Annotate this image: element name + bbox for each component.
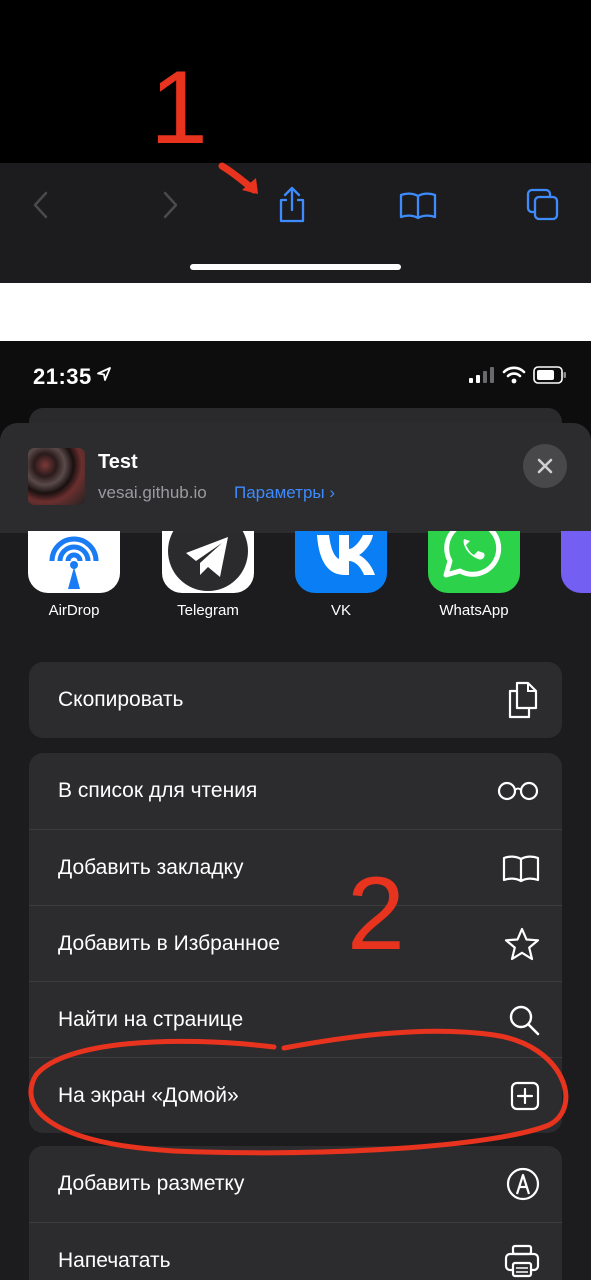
wifi-icon (502, 366, 526, 384)
options-link[interactable]: Параметры › (234, 483, 335, 503)
status-time: 21:35 (33, 364, 92, 389)
glasses-icon (497, 781, 539, 801)
action-label: Добавить разметку (58, 1172, 245, 1195)
page-title: Test (98, 451, 138, 473)
find-on-page-action[interactable]: Найти на странице (29, 981, 562, 1057)
signal-icon (469, 367, 494, 383)
share-icon (279, 186, 305, 223)
back-button[interactable] (17, 183, 65, 227)
home-indicator (190, 264, 401, 270)
add-favorites-action[interactable]: Добавить в Избранное (29, 905, 562, 981)
status-bar: 21:35 (0, 341, 591, 411)
close-icon (537, 458, 553, 474)
share-sheet-screenshot: 21:35 Test vesai.github.io Параметры › A… (0, 341, 591, 1280)
tabs-button[interactable] (519, 183, 567, 227)
share-apps-row: AirDrop Telegram VK WhatsApp V (0, 531, 591, 641)
share-header: Test vesai.github.io Параметры › (0, 423, 591, 533)
add-square-icon (510, 1081, 540, 1110)
copy-action[interactable]: Скопировать (29, 662, 562, 738)
page-thumbnail (28, 448, 85, 505)
app-label: Telegram (177, 602, 239, 619)
share-button[interactable] (268, 183, 316, 227)
actions-group: В список для чтения Добавить закладку До… (29, 753, 562, 1133)
whatsapp-icon (428, 531, 520, 593)
annotation-arrow-icon (218, 162, 258, 194)
app-label: AirDrop (48, 602, 100, 619)
location-arrow-icon (97, 367, 111, 381)
battery-icon (533, 366, 566, 384)
add-bookmark-action[interactable]: Добавить закладку (29, 829, 562, 905)
app-label: V (547, 602, 591, 619)
markup-pen-icon (506, 1167, 540, 1201)
chevron-right-icon (163, 191, 178, 219)
chevron-left-icon (33, 191, 48, 219)
search-icon (509, 1005, 540, 1035)
action-label: В список для чтения (58, 779, 258, 802)
separator-gap (0, 283, 591, 341)
app-telegram[interactable]: Telegram (148, 531, 268, 619)
tabs-icon (526, 188, 559, 221)
top-black-area (0, 0, 591, 163)
options-chevron: › (329, 483, 336, 502)
add-to-home-screen-action[interactable]: На экран «Домой» (29, 1057, 562, 1133)
airdrop-icon (28, 531, 120, 593)
close-button[interactable] (523, 444, 567, 488)
app-vk[interactable]: VK (281, 531, 401, 619)
action-label: Найти на странице (58, 1007, 244, 1031)
telegram-icon (162, 531, 254, 593)
print-action[interactable]: Напечатать (29, 1222, 562, 1280)
bookmarks-button[interactable] (394, 183, 442, 227)
bookmarks-icon (399, 192, 437, 220)
action-label: Добавить в Избранное (58, 931, 281, 955)
options-label: Параметры (234, 483, 325, 502)
markup-group: Добавить разметку Напечатать (29, 1146, 562, 1280)
book-icon (502, 855, 540, 882)
viber-icon (561, 531, 591, 593)
app-label: VK (330, 602, 351, 619)
printer-icon (504, 1244, 540, 1277)
forward-button[interactable] (146, 183, 194, 227)
app-whatsapp[interactable]: WhatsApp (414, 531, 534, 619)
action-label: Скопировать (58, 688, 184, 711)
app-airdrop[interactable]: AirDrop (14, 531, 134, 619)
copy-icon (508, 681, 538, 719)
annotation-step-2: 2 (347, 856, 405, 972)
app-label: WhatsApp (439, 602, 509, 619)
reading-list-action[interactable]: В список для чтения (29, 753, 562, 829)
annotation-step-1: 1 (150, 50, 208, 166)
markup-action[interactable]: Добавить разметку (29, 1146, 562, 1222)
copy-group: Скопировать (29, 662, 562, 738)
action-label: Напечатать (58, 1248, 171, 1272)
action-label: На экран «Домой» (58, 1083, 239, 1107)
page-url: vesai.github.io (98, 483, 207, 502)
vk-icon (295, 531, 387, 593)
safari-toolbar (0, 163, 591, 283)
action-label: Добавить закладку (58, 855, 244, 879)
star-icon (504, 927, 540, 960)
app-viber[interactable]: V (547, 531, 591, 619)
